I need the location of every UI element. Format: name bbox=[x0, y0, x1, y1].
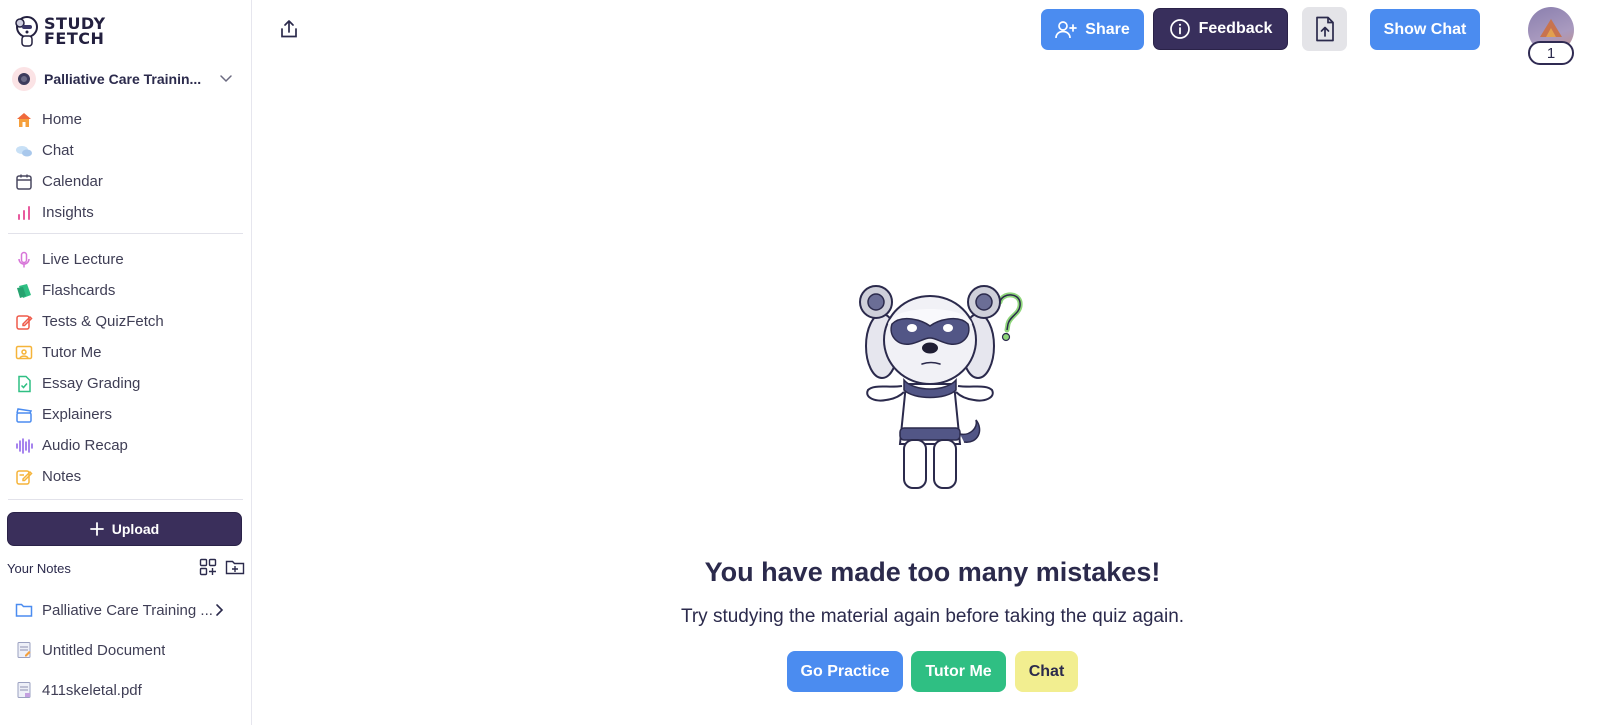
result-headline: You have made too many mistakes! bbox=[704, 557, 1161, 587]
chevron-down-icon bbox=[220, 75, 232, 83]
show-chat-button[interactable]: Show Chat bbox=[1370, 9, 1480, 50]
note-pdf-file[interactable]: 411skeletal.pdf bbox=[14, 677, 240, 703]
share-button[interactable]: Share bbox=[1041, 9, 1144, 50]
note-label: Untitled Document bbox=[42, 641, 166, 659]
folder-icon bbox=[14, 600, 34, 620]
upload-file-button[interactable] bbox=[1302, 7, 1347, 51]
chevron-right-icon[interactable] bbox=[212, 602, 226, 618]
bar-chart-icon bbox=[14, 203, 34, 223]
upload-label: Upload bbox=[111, 521, 160, 537]
result-subline: Try studying the material again before t… bbox=[680, 606, 1185, 627]
your-notes-header: Your Notes bbox=[7, 558, 245, 578]
nav-item-flashcards[interactable]: Flashcards bbox=[0, 275, 252, 306]
calendar-icon bbox=[14, 172, 34, 192]
nav-item-audio-recap[interactable]: Audio Recap bbox=[0, 430, 252, 461]
plus-icon bbox=[89, 522, 104, 536]
nav-label-flashcards: Flashcards bbox=[42, 282, 116, 299]
nav-item-chat[interactable]: Chat bbox=[0, 135, 252, 166]
nav-item-calendar[interactable]: Calendar bbox=[0, 166, 252, 197]
nav-item-essay-grading[interactable]: Essay Grading bbox=[0, 368, 252, 399]
microphone-icon bbox=[14, 250, 34, 270]
share-label: Share bbox=[1085, 20, 1130, 38]
info-icon bbox=[1169, 19, 1190, 39]
pdf-file-icon bbox=[14, 680, 34, 700]
nav-label-insights: Insights bbox=[42, 204, 94, 221]
cards-icon bbox=[14, 281, 34, 301]
nav-label-live-lecture: Live Lecture bbox=[42, 251, 124, 268]
nav-item-home[interactable]: Home bbox=[0, 104, 252, 135]
feedback-button[interactable]: Feedback bbox=[1153, 8, 1288, 50]
new-folder-icon[interactable] bbox=[225, 558, 245, 576]
nav-item-live-lecture[interactable]: Live Lecture bbox=[0, 244, 252, 275]
nav-item-explainers[interactable]: Explainers bbox=[0, 399, 252, 430]
dog-logo-icon bbox=[15, 16, 38, 47]
file-upload-icon bbox=[1315, 16, 1334, 42]
chat-label: Chat bbox=[1028, 662, 1065, 680]
upload-button[interactable]: Upload bbox=[7, 512, 242, 546]
chat-bubbles-icon bbox=[14, 141, 34, 161]
document-icon bbox=[14, 640, 34, 660]
sidebar-divider bbox=[8, 499, 243, 500]
nav-label-essay-grading: Essay Grading bbox=[42, 375, 141, 392]
nav-label-tests-quizfetch: Tests & QuizFetch bbox=[42, 313, 164, 330]
go-practice-button[interactable]: Go Practice bbox=[787, 651, 903, 692]
nav-label-notes: Notes bbox=[42, 468, 82, 485]
tutor-me-button[interactable]: Tutor Me bbox=[911, 651, 1006, 692]
class-avatar-icon bbox=[12, 67, 36, 91]
primary-nav: Home Chat Calendar Insights bbox=[0, 104, 252, 228]
streak-count-badge: 1 bbox=[1528, 41, 1574, 65]
home-icon bbox=[14, 110, 34, 130]
export-share-icon[interactable] bbox=[276, 16, 302, 42]
tutor-me-label: Tutor Me bbox=[925, 662, 992, 680]
nav-item-tests-quizfetch[interactable]: Tests & QuizFetch bbox=[0, 306, 252, 337]
nav-label-chat: Chat bbox=[42, 142, 74, 159]
sidebar: STUDY FETCH Palliative Care Trainin... H… bbox=[0, 0, 252, 725]
chat-button[interactable]: Chat bbox=[1015, 651, 1078, 692]
go-practice-label: Go Practice bbox=[800, 662, 890, 680]
note-label: 411skeletal.pdf bbox=[42, 681, 142, 699]
graded-document-icon bbox=[14, 374, 34, 394]
organize-notes-icon[interactable] bbox=[199, 558, 217, 576]
class-name: Palliative Care Trainin... bbox=[44, 71, 202, 87]
note-label: Palliative Care Training ... bbox=[42, 601, 213, 619]
note-folder-palliative[interactable]: Palliative Care Training ... bbox=[14, 597, 240, 623]
nav-label-calendar: Calendar bbox=[42, 173, 103, 190]
confused-dog-mascot-icon bbox=[859, 285, 1023, 489]
notes-icon bbox=[14, 467, 34, 487]
nav-item-tutor-me[interactable]: Tutor Me bbox=[0, 337, 252, 368]
edit-pencil-icon bbox=[14, 312, 34, 332]
feedback-label: Feedback bbox=[1198, 20, 1273, 37]
audio-wave-icon bbox=[14, 436, 34, 456]
nav-label-audio-recap: Audio Recap bbox=[42, 437, 128, 454]
note-untitled-document[interactable]: Untitled Document bbox=[14, 637, 240, 663]
nav-label-tutor-me: Tutor Me bbox=[42, 344, 102, 361]
nav-item-notes[interactable]: Notes bbox=[0, 461, 252, 492]
sidebar-divider bbox=[8, 233, 243, 234]
tools-nav: Live Lecture Flashcards Tests & QuizFetc… bbox=[0, 244, 252, 492]
nav-item-insights[interactable]: Insights bbox=[0, 197, 252, 228]
clapperboard-icon bbox=[14, 405, 34, 425]
studyfetch-logo[interactable]: STUDY FETCH bbox=[14, 14, 106, 48]
class-selector[interactable]: Palliative Care Trainin... bbox=[12, 66, 240, 92]
tutor-board-icon bbox=[14, 343, 34, 363]
logo-line-2: FETCH bbox=[44, 29, 105, 48]
nav-label-explainers: Explainers bbox=[42, 406, 113, 423]
nav-label-home: Home bbox=[42, 111, 83, 128]
your-notes-title: Your Notes bbox=[7, 560, 71, 576]
show-chat-label: Show Chat bbox=[1383, 20, 1467, 38]
add-user-icon bbox=[1055, 20, 1078, 38]
